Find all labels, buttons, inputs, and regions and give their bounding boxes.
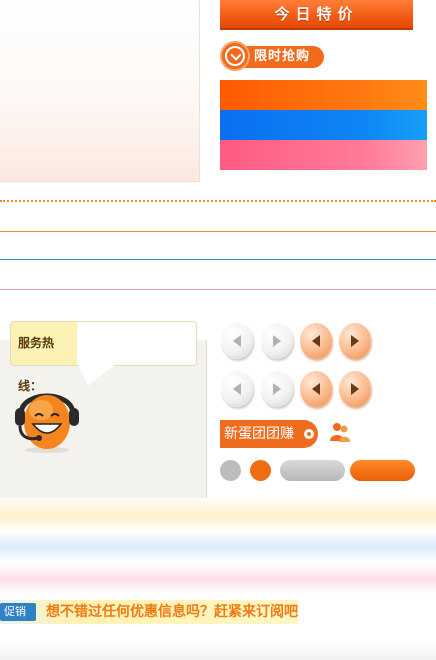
indicator-dot-inactive[interactable]	[220, 460, 241, 481]
flash-sale-badge[interactable]: 限时抢购	[220, 41, 324, 73]
group-buy-label: 新蛋团团赚	[224, 426, 294, 442]
dot-icon	[304, 429, 314, 439]
arrow-left-icon	[312, 335, 320, 347]
next-button-active-2[interactable]	[339, 371, 371, 407]
orange-divider	[0, 231, 436, 232]
pink-color-bar	[220, 140, 427, 170]
arrow-left-icon	[233, 335, 241, 347]
arrow-right-icon	[351, 335, 359, 347]
blue-color-bar	[220, 110, 427, 140]
next-button-active[interactable]	[339, 323, 371, 359]
arrow-right-icon	[273, 383, 281, 395]
arrow-right-icon	[351, 383, 359, 395]
blue-divider	[0, 259, 436, 260]
pill-button-active[interactable]	[350, 460, 415, 481]
prev-button[interactable]	[221, 323, 253, 359]
dotted-orange-divider	[0, 200, 436, 202]
arrow-left-icon	[312, 383, 320, 395]
people-icon[interactable]	[329, 421, 351, 443]
pink-gradient-band	[0, 562, 436, 594]
promo-tag: 促销	[0, 603, 36, 621]
prev-button-2[interactable]	[221, 371, 253, 407]
bottom-fade	[0, 640, 436, 660]
yellow-gradient-band	[0, 498, 436, 530]
group-buy-tag[interactable]: 新蛋团团赚	[220, 420, 318, 448]
prev-button-active[interactable]	[300, 323, 332, 359]
customer-service-mascot-icon	[12, 378, 82, 454]
pink-divider	[0, 289, 436, 290]
orange-color-bar	[220, 80, 427, 110]
arrow-right-icon	[273, 335, 281, 347]
next-button-2[interactable]	[261, 371, 293, 407]
bubble-tail	[78, 364, 116, 386]
hotline-label: 服务热线：	[11, 322, 77, 393]
arrow-left-icon	[233, 383, 241, 395]
pill-button-inactive[interactable]	[280, 460, 345, 481]
next-button[interactable]	[261, 323, 293, 359]
today-special-banner[interactable]: 今日特价	[220, 0, 413, 30]
blue-gradient-band	[0, 530, 436, 562]
prev-button-active-2[interactable]	[300, 371, 332, 407]
indicator-dot-active[interactable]	[250, 460, 271, 481]
chevron-down-icon	[220, 41, 250, 71]
promo-text[interactable]: 想不错过任何优惠信息吗？赶紧来订阅吧	[46, 601, 298, 623]
top-left-panel	[0, 0, 200, 182]
